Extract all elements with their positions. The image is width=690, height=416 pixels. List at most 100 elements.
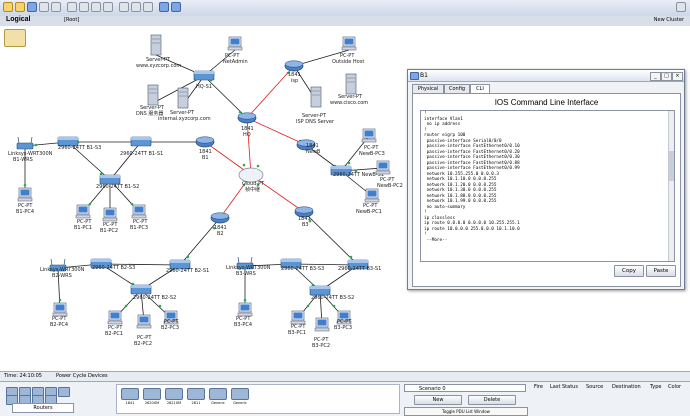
pc-b1-pc2[interactable] (102, 207, 118, 222)
pdu-list-header: Fire Last Status Source Destination Type… (534, 384, 690, 392)
router-icon (143, 388, 161, 400)
minimize-button[interactable]: _ (650, 72, 661, 81)
pc-newb-pc2[interactable] (375, 160, 391, 175)
server-internal[interactable] (177, 87, 189, 109)
router-hq[interactable] (237, 112, 257, 124)
switch-b3-s2[interactable] (309, 285, 331, 296)
pc-b1-pc3[interactable] (131, 204, 147, 219)
router-icon (209, 388, 227, 400)
power-cycle-button[interactable]: Power Cycle Devices (56, 373, 108, 379)
router-b2[interactable] (210, 212, 230, 224)
paste-button[interactable]: Paste (646, 265, 676, 277)
b1-wrs-name: B1-WRS (13, 157, 33, 163)
server-www-name: www.xyzcorp.com (136, 63, 181, 69)
b2-wrs-name: B2-WRS (52, 273, 72, 279)
device-2811[interactable]: 2811 (187, 388, 205, 406)
b1-s2-label: 2960-24TT B1-S2 (96, 184, 139, 190)
pc-b3-pc2[interactable] (314, 317, 330, 332)
pc-b2-pc4[interactable] (52, 302, 68, 317)
status-bar: Time: 24:10:05 Power Cycle Devices (0, 371, 690, 381)
col-type: Type (650, 384, 662, 390)
copy-button[interactable]: Copy (614, 265, 644, 277)
wrs-b1[interactable] (16, 136, 34, 150)
b3-s2-label: 2960-24TT B3-S2 (311, 295, 354, 301)
newb-pc3-name: NewB-PC3 (359, 151, 385, 157)
device-generic-2[interactable]: Generic (231, 388, 249, 406)
b2-pc1-name: B2-PC1 (105, 331, 123, 337)
b1-pc4-name: B1-PC4 (16, 209, 34, 215)
b2-pc2-name: B2-PC2 (134, 341, 152, 347)
b3-name: B3 (302, 222, 309, 228)
scrollbar-thumb[interactable] (669, 151, 674, 181)
delete-scenario-button[interactable]: Delete (468, 395, 516, 405)
col-color: Color (668, 384, 682, 390)
scenario-select[interactable]: Scenario 0 (404, 384, 526, 392)
newb-pc1-name: NewB-PC1 (356, 209, 382, 215)
cisco-server-name: www.cisco.com (330, 100, 368, 106)
hq-s1-label: HQ-S1 (196, 84, 212, 90)
router-isp[interactable] (284, 60, 304, 72)
router-b1[interactable] (195, 136, 215, 148)
window-titlebar[interactable]: B1 _ □ × (408, 70, 684, 82)
col-destination: Destination (612, 384, 641, 390)
pc-netadmin[interactable] (227, 36, 243, 51)
pc-b1-pc1[interactable] (75, 204, 91, 219)
b1-name: B1 (202, 155, 209, 161)
device-2620xm[interactable]: 2620XM (143, 388, 161, 406)
router-icon (121, 388, 139, 400)
server-dns[interactable] (147, 84, 159, 106)
b1-pc2-name: B1-PC2 (100, 228, 118, 234)
device-1841[interactable]: 1841 (121, 388, 139, 406)
col-source: Source (586, 384, 604, 390)
router-icon (165, 388, 183, 400)
newb-name: NewB (306, 149, 321, 155)
maximize-button[interactable]: □ (661, 72, 672, 81)
col-last-status: Last Status (550, 384, 578, 390)
pc-b2-pc2[interactable] (136, 314, 152, 329)
server-isp-dns[interactable] (310, 86, 322, 108)
device-list: 1841 2620XM 2621XM 2811 Generic Generic (116, 384, 400, 414)
pc-newb-pc1[interactable] (364, 188, 380, 203)
device-2621xm[interactable]: 2621XM (165, 388, 183, 406)
pc-b1-pc4[interactable] (17, 187, 33, 202)
b2-s2-label: 2960-24TT B2-S2 (133, 295, 176, 301)
pc-b2-pc1[interactable] (107, 310, 123, 325)
pc-b3-pc1[interactable] (290, 310, 306, 325)
b3-pc3-name: B3-PC3 (334, 325, 352, 331)
cli-title: IOS Command Line Interface (494, 98, 599, 107)
cli-console[interactable]: ! interface Vlan1 no ip address! router ei… (420, 110, 675, 262)
switch-b2-s2[interactable] (130, 284, 152, 295)
switch-hq-s1[interactable] (193, 70, 215, 81)
router-icon (187, 388, 205, 400)
b3-pc1-name: B3-PC1 (288, 330, 306, 336)
console-line: --More-- (424, 237, 448, 243)
server-www[interactable] (150, 34, 162, 56)
b3-pc4-name: B3-PC4 (234, 322, 252, 328)
connection-category-icon[interactable] (58, 387, 70, 397)
cloud-frame-relay[interactable] (238, 167, 264, 183)
switch-b1-s1[interactable] (130, 136, 152, 147)
newb-pc2-name: NewB-PC2 (377, 183, 403, 189)
device-generic-1[interactable]: Generic (209, 388, 227, 406)
new-scenario-button[interactable]: New (414, 395, 462, 405)
server-cisco[interactable] (345, 73, 357, 95)
b1-pc3-name: B1-PC3 (130, 225, 148, 231)
b3-wrs-name: B3-WRS (236, 271, 256, 277)
pc-b3-pc4[interactable] (237, 302, 253, 317)
device-window-b1[interactable]: B1 _ □ × Physical Config CLI IOS Command… (407, 69, 685, 290)
b3-s1-label: 2960-24TT B3-S1 (338, 266, 381, 272)
pc-newb-pc3[interactable] (361, 128, 377, 143)
switch-b1-s2[interactable] (99, 174, 121, 185)
console-scrollbar[interactable] (668, 111, 674, 261)
device-category-panel: Routers (2, 384, 112, 413)
router-icon (231, 388, 249, 400)
time-display: Time: 24:10:05 (4, 373, 42, 379)
close-button[interactable]: × (672, 72, 683, 81)
pc-outside-host[interactable] (341, 36, 357, 51)
b2-pc3-name: B2-PC3 (161, 325, 179, 331)
internal-server-name: internal.xyzcorp.com (158, 116, 211, 122)
window-title: B1 (420, 72, 428, 79)
netadmin-name: NetAdmin (223, 59, 248, 65)
category-label: Routers (12, 403, 74, 413)
ethernet-links (24, 49, 384, 326)
